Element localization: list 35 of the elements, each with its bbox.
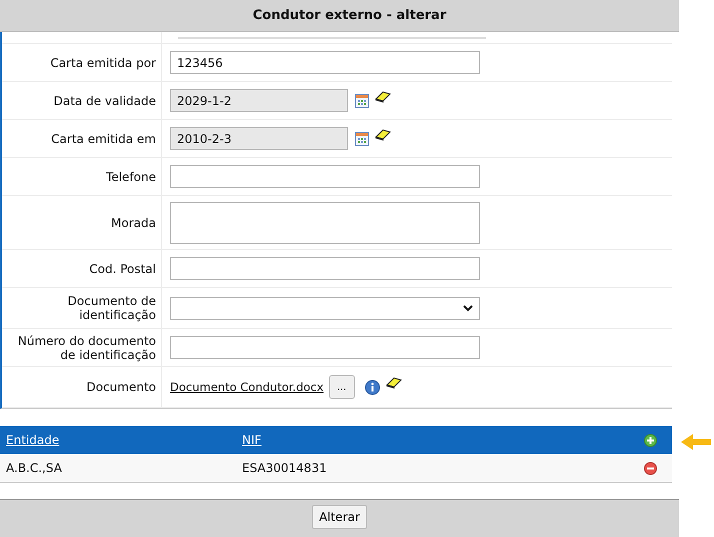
date-field[interactable]: 2029-1-2 — [170, 89, 348, 112]
field-label: Data de validade — [54, 94, 156, 108]
info-icon[interactable] — [364, 380, 380, 394]
date-field[interactable]: 2010-2-3 — [170, 127, 348, 150]
field-label: Morada — [111, 216, 156, 230]
eraser-icon[interactable] — [375, 128, 391, 140]
textarea-field[interactable] — [170, 202, 480, 244]
alterar-button[interactable]: Alterar — [312, 505, 367, 529]
field-label: Carta emitida em — [51, 132, 156, 146]
field-label: Telefone — [106, 170, 156, 184]
pointer-arrow-icon — [681, 434, 711, 450]
field-label: Cod. Postal — [89, 262, 156, 276]
add-icon[interactable] — [644, 434, 657, 446]
calendar-icon[interactable] — [355, 94, 369, 108]
field-label: Documento de identificação — [66, 294, 156, 322]
window-title: Condutor externo - alterar — [252, 8, 446, 23]
table-cell-text: A.B.C.,SA — [5, 461, 63, 475]
column-header-link[interactable]: NIF — [242, 433, 644, 447]
calendar-icon[interactable] — [355, 132, 369, 146]
field-label: Documento — [86, 380, 156, 394]
input-field[interactable] — [170, 336, 480, 359]
input-field[interactable]: 123456 — [170, 51, 480, 74]
eraser-icon[interactable] — [375, 90, 391, 102]
browse-button[interactable]: ... — [328, 375, 355, 399]
dropdown-field[interactable] — [170, 296, 480, 320]
input-field[interactable] — [170, 165, 480, 188]
column-header-link[interactable]: Entidade — [0, 433, 242, 447]
table-cell-text: ESA30014831 — [242, 461, 328, 475]
chevron-icon — [463, 304, 473, 312]
file-link[interactable]: Documento Condutor.docx — [170, 380, 324, 394]
field-label: Número do documento de identificação — [16, 334, 156, 362]
field-label: Carta emitida por — [50, 56, 156, 70]
input-field[interactable] — [170, 257, 480, 280]
eraser-icon[interactable] — [386, 377, 402, 389]
remove-icon[interactable] — [644, 462, 657, 474]
